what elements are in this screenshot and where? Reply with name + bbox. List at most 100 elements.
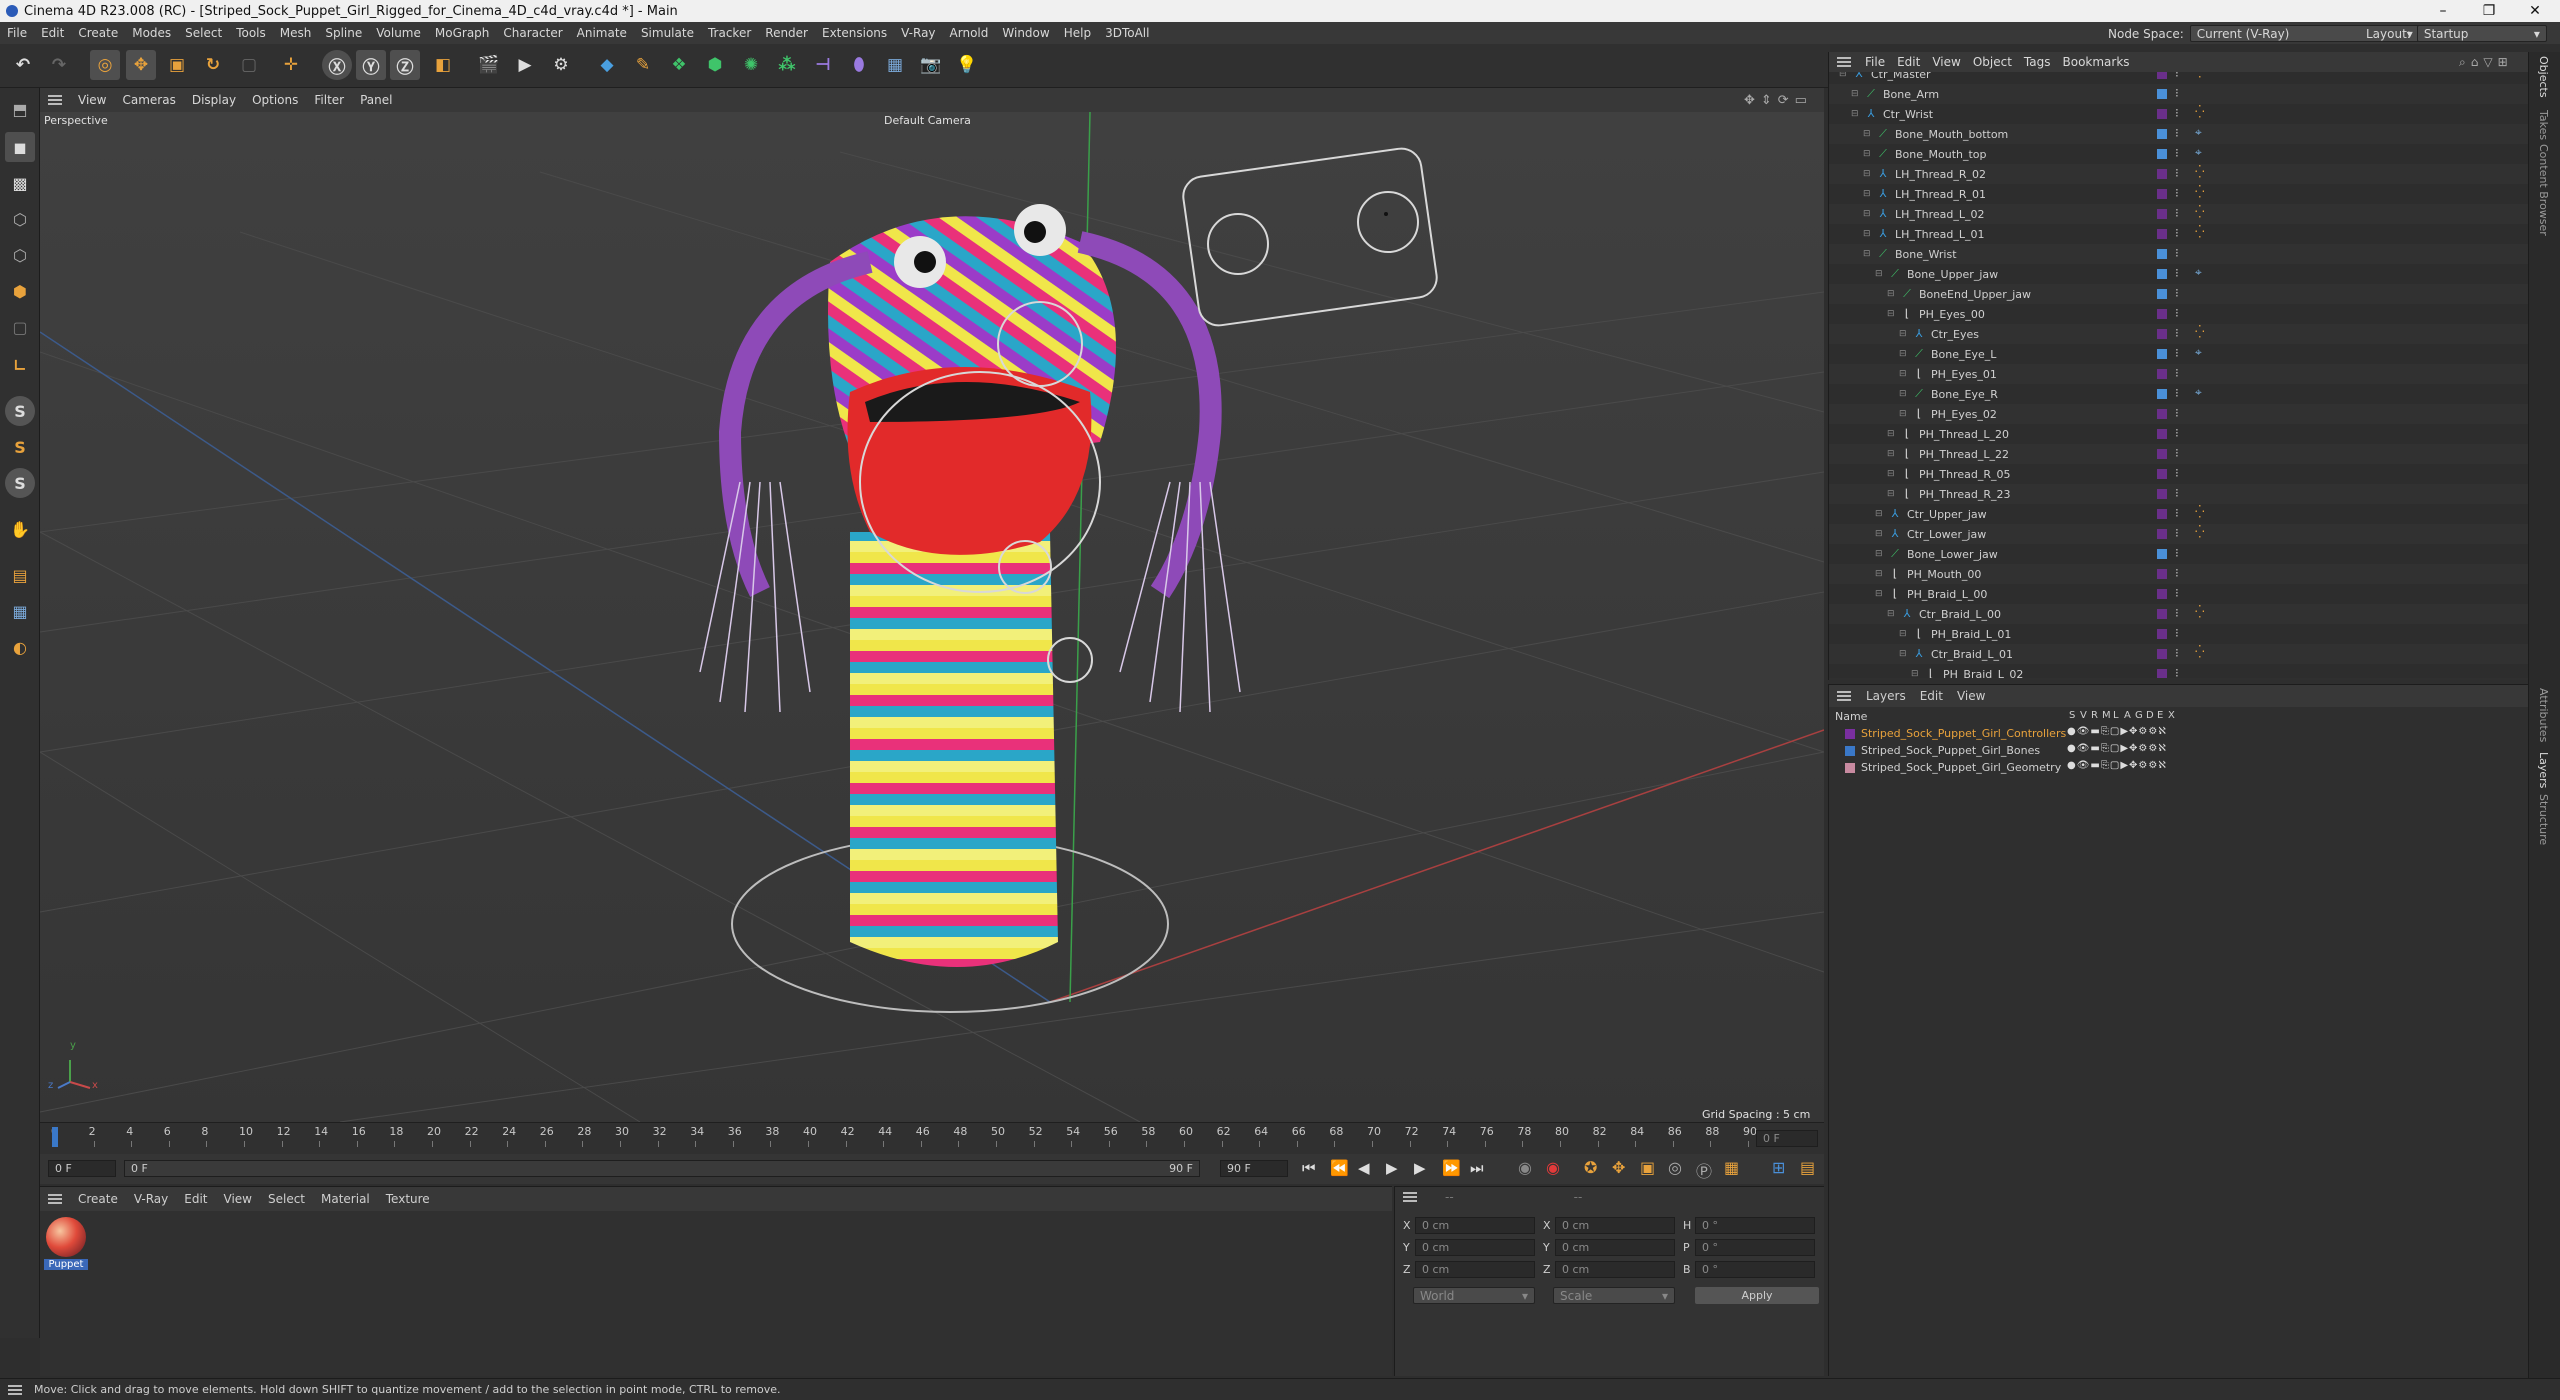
key-position-icon[interactable]: ✪ xyxy=(1584,1158,1597,1177)
menu-help[interactable]: Help xyxy=(1057,26,1098,40)
layout-select[interactable]: Startup ▾ xyxy=(2416,25,2547,42)
layer-toggle-icons[interactable]: ●👁▬⎘▢▶✥⚙⚙ℵ xyxy=(2067,743,2167,754)
menu-arnold[interactable]: Arnold xyxy=(943,26,996,40)
timeline-ruler[interactable]: 0246810121416182022242628303234363840424… xyxy=(40,1122,1824,1154)
object-row[interactable]: ⊟ ⌊ PH_Thread_R_05 ⁝ xyxy=(1829,464,2529,484)
tree-toggle-icon[interactable]: ⊟ xyxy=(1887,489,1897,499)
layer-color-swatch[interactable] xyxy=(2157,209,2167,219)
object-row[interactable]: ⊟ ⅄ Ctr_Braid_L_01 ⁝ ⁛ xyxy=(1829,644,2529,664)
coord-value-field[interactable]: 0 ° xyxy=(1695,1239,1815,1256)
visibility-dots-icon[interactable]: ⁝ xyxy=(2175,72,2179,80)
constraint-tag-icon[interactable]: ⁛ xyxy=(2195,185,2205,199)
visibility-dots-icon[interactable]: ⁝ xyxy=(2175,106,2179,120)
tree-toggle-icon[interactable]: ⊟ xyxy=(1875,569,1885,579)
layer-color-swatch[interactable] xyxy=(2157,389,2167,399)
visibility-dots-icon[interactable]: ⁝ xyxy=(2175,166,2179,180)
coordinate-system-icon[interactable]: ◧ xyxy=(428,50,458,80)
layer-row[interactable]: Striped_Sock_Puppet_Girl_Controllers ●👁▬⎘… xyxy=(1829,725,2528,742)
layer-row[interactable]: Striped_Sock_Puppet_Girl_Bones ●👁▬⎘▢▶✥⚙⚙ℵ xyxy=(1829,742,2528,759)
tree-toggle-icon[interactable]: ⊟ xyxy=(1863,129,1873,139)
viewport-menu-display[interactable]: Display xyxy=(184,93,244,107)
tab-objects[interactable]: Objects xyxy=(2537,56,2550,98)
object-row[interactable]: ⊟ ⌊ PH_Thread_L_20 ⁝ xyxy=(1829,424,2529,444)
tree-toggle-icon[interactable]: ⊟ xyxy=(1887,469,1897,479)
material-swatch[interactable]: Puppet xyxy=(44,1215,88,1275)
layer-color-swatch[interactable] xyxy=(2157,109,2167,119)
coord-value-field[interactable]: 0 cm xyxy=(1415,1261,1535,1278)
constraint-tag-icon[interactable]: ⁛ xyxy=(2195,525,2205,539)
cube-icon[interactable]: ◆ xyxy=(592,50,622,80)
tree-toggle-icon[interactable]: ⊟ xyxy=(1863,249,1873,259)
object-row[interactable]: ⊟ ⅄ LH_Thread_L_01 ⁝ ⁛ xyxy=(1829,224,2529,244)
visibility-dots-icon[interactable]: ⁝ xyxy=(2175,566,2179,580)
visibility-dots-icon[interactable]: ⁝ xyxy=(2175,146,2179,160)
tree-toggle-icon[interactable]: ⊟ xyxy=(1887,289,1897,299)
visibility-dots-icon[interactable]: ⁝ xyxy=(2175,406,2179,420)
scale-tool-icon[interactable]: ▣ xyxy=(162,50,192,80)
layer-color-swatch[interactable] xyxy=(2157,569,2167,579)
layer-color-swatch[interactable] xyxy=(2157,189,2167,199)
visibility-dots-icon[interactable]: ⁝ xyxy=(2175,626,2179,640)
x-axis-lock-icon[interactable]: Ⓧ xyxy=(322,50,352,80)
prev-key-icon[interactable]: ⏪ xyxy=(1330,1159,1349,1177)
object-menu-edit[interactable]: Edit xyxy=(1891,55,1926,69)
next-key-icon[interactable]: ⏩ xyxy=(1442,1159,1461,1177)
object-search-icons[interactable]: ⌕⌂▽⊞ xyxy=(2459,55,2513,70)
weight-tag-icon[interactable]: ⌖ xyxy=(2195,145,2202,160)
visibility-dots-icon[interactable]: ⁝ xyxy=(2175,266,2179,280)
object-menu-view[interactable]: View xyxy=(1926,55,1966,69)
layer-color-swatch[interactable] xyxy=(2157,229,2167,239)
tree-toggle-icon[interactable]: ⊟ xyxy=(1899,349,1909,359)
visibility-dots-icon[interactable]: ⁝ xyxy=(2175,646,2179,660)
layer-color-swatch[interactable] xyxy=(2157,72,2167,79)
object-menu-file[interactable]: File xyxy=(1859,55,1891,69)
tab-layers[interactable]: Layers xyxy=(2537,752,2550,788)
object-row[interactable]: ⊟ ⅄ Ctr_Wrist ⁝ ⁛ xyxy=(1829,104,2529,124)
menu-spline[interactable]: Spline xyxy=(318,26,369,40)
layer-color-swatch[interactable] xyxy=(2157,669,2167,678)
object-row[interactable]: ⊟ ⅄ Ctr_Upper_jaw ⁝ ⁛ xyxy=(1829,504,2529,524)
menu-3dtoall[interactable]: 3DToAll xyxy=(1098,26,1156,40)
key-pla-icon[interactable]: ▦ xyxy=(1724,1158,1739,1177)
visibility-dots-icon[interactable]: ⁝ xyxy=(2175,666,2179,678)
object-row[interactable]: ⊟ ⟋ Bone_Mouth_bottom ⁝ ⌖ xyxy=(1829,124,2529,144)
object-row[interactable]: ⊟ ⌊ PH_Thread_R_23 ⁝ xyxy=(1829,484,2529,504)
pen-icon[interactable]: ✎ xyxy=(628,50,658,80)
layer-color-swatch[interactable] xyxy=(2157,249,2167,259)
axis-mode-icon[interactable]: ∟ xyxy=(5,350,35,380)
tree-toggle-icon[interactable]: ⊟ xyxy=(1899,629,1909,639)
visibility-dots-icon[interactable]: ⁝ xyxy=(2175,186,2179,200)
tab-structure[interactable]: Structure xyxy=(2537,794,2550,845)
points-mode-icon[interactable]: ⬡ xyxy=(5,204,35,234)
autokey-icon[interactable]: ◉ xyxy=(1546,1158,1560,1177)
generator-icon[interactable]: ⬢ xyxy=(700,50,730,80)
layer-color-swatch[interactable] xyxy=(2157,329,2167,339)
viewport-menu-view[interactable]: View xyxy=(70,93,114,107)
mograph-icon[interactable]: ✺ xyxy=(736,50,766,80)
layer-menu-edit[interactable]: Edit xyxy=(1913,689,1950,703)
menu-modes[interactable]: Modes xyxy=(125,26,178,40)
tab-attributes[interactable]: Attributes xyxy=(2537,688,2550,742)
coord-value-field[interactable]: 0 ° xyxy=(1695,1261,1815,1278)
polygons-mode-icon[interactable]: ⬢ xyxy=(5,276,35,306)
layer-color-swatch[interactable] xyxy=(2157,449,2167,459)
floor-icon[interactable]: ▦ xyxy=(880,50,910,80)
layer-color-swatch[interactable] xyxy=(1845,745,1855,756)
constraint-tag-icon[interactable]: ⁛ xyxy=(2195,325,2205,339)
menu-mograph[interactable]: MoGraph xyxy=(428,26,497,40)
viewport-camera[interactable]: Default Camera xyxy=(884,114,971,127)
play-icon[interactable]: ▶ xyxy=(1386,1159,1398,1177)
menu-tools[interactable]: Tools xyxy=(229,26,273,40)
tree-toggle-icon[interactable]: ⊟ xyxy=(1863,149,1873,159)
visibility-dots-icon[interactable]: ⁝ xyxy=(2175,606,2179,620)
visibility-dots-icon[interactable]: ⁝ xyxy=(2175,466,2179,480)
object-row[interactable]: ⊟ ⟋ Bone_Lower_jaw ⁝ xyxy=(1829,544,2529,564)
visibility-dots-icon[interactable]: ⁝ xyxy=(2175,346,2179,360)
object-row[interactable]: ⊟ ⌊ PH_Braid_L_00 ⁝ xyxy=(1829,584,2529,604)
rotate-tool-icon[interactable]: ↻ xyxy=(198,50,228,80)
coord-value-field[interactable]: 0 cm xyxy=(1415,1239,1535,1256)
visibility-dots-icon[interactable]: ⁝ xyxy=(2175,246,2179,260)
redo-icon[interactable]: ↷ xyxy=(44,50,74,80)
menu-volume[interactable]: Volume xyxy=(369,26,428,40)
workplane-icon[interactable]: ▤ xyxy=(5,560,35,590)
